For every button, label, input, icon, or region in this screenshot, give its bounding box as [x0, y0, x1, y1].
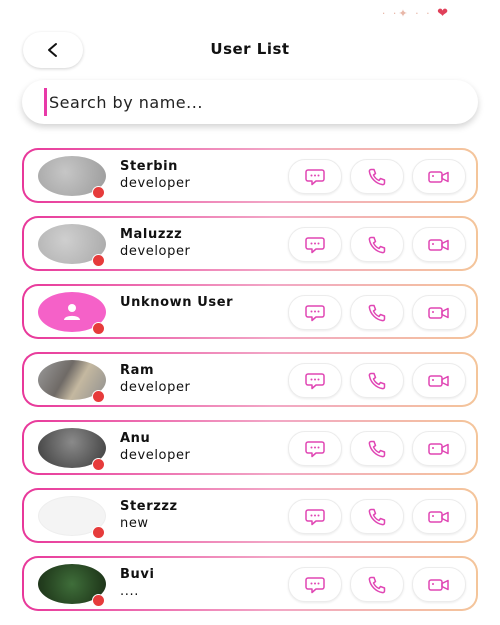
user-role: developer	[120, 448, 191, 463]
status-dot	[92, 186, 105, 199]
video-call-button[interactable]	[412, 363, 466, 398]
person-icon	[64, 304, 80, 320]
video-icon	[428, 238, 449, 251]
chat-icon	[305, 236, 325, 253]
phone-icon	[368, 576, 386, 593]
video-call-button[interactable]	[412, 227, 466, 262]
call-button[interactable]	[350, 499, 404, 534]
user-name: Sterzzz	[120, 499, 178, 514]
user-card[interactable]: Ram developer	[22, 352, 478, 407]
action-group	[288, 295, 466, 330]
status-dot	[92, 526, 105, 539]
user-name: Sterbin	[120, 159, 179, 174]
action-group	[288, 227, 466, 262]
video-call-button[interactable]	[412, 431, 466, 466]
message-button[interactable]	[288, 567, 342, 602]
call-button[interactable]	[350, 159, 404, 194]
search-bar	[22, 80, 478, 124]
user-card-inner: Unknown User	[24, 286, 476, 337]
phone-icon	[368, 304, 386, 321]
action-group	[288, 431, 466, 466]
message-button[interactable]	[288, 431, 342, 466]
chat-icon	[305, 304, 325, 321]
call-button[interactable]	[350, 431, 404, 466]
video-icon	[428, 306, 449, 319]
phone-icon	[368, 372, 386, 389]
user-card[interactable]: Sterbin developer	[22, 148, 478, 203]
user-card-inner: Maluzzz developer	[24, 218, 476, 269]
user-role: developer	[120, 244, 191, 259]
message-button[interactable]	[288, 499, 342, 534]
chat-icon	[305, 440, 325, 457]
phone-icon	[368, 508, 386, 525]
user-name: Ram	[120, 363, 155, 378]
action-group	[288, 159, 466, 194]
chat-icon	[305, 508, 325, 525]
user-card-inner: Sterzzz new	[24, 490, 476, 541]
user-role: ....	[120, 584, 139, 599]
call-button[interactable]	[350, 295, 404, 330]
video-icon	[428, 442, 449, 455]
message-button[interactable]	[288, 159, 342, 194]
action-group	[288, 363, 466, 398]
user-card-inner: Anu developer	[24, 422, 476, 473]
page-title: User List	[210, 40, 290, 58]
user-role: new	[120, 516, 149, 531]
video-call-button[interactable]	[412, 159, 466, 194]
video-icon	[428, 170, 449, 183]
message-button[interactable]	[288, 295, 342, 330]
message-button[interactable]	[288, 363, 342, 398]
phone-icon	[368, 236, 386, 253]
call-button[interactable]	[350, 363, 404, 398]
phone-icon	[368, 440, 386, 457]
status-dot	[92, 322, 105, 335]
status-dot	[92, 594, 105, 607]
video-icon	[428, 510, 449, 523]
user-name: Maluzzz	[120, 227, 183, 242]
user-card[interactable]: Buvi ....	[22, 556, 478, 611]
user-name: Anu	[120, 431, 151, 446]
chat-icon	[305, 168, 325, 185]
call-button[interactable]	[350, 227, 404, 262]
user-name: Buvi	[120, 567, 155, 582]
user-name: Unknown User	[120, 295, 234, 310]
user-role: developer	[120, 380, 191, 395]
chat-icon	[305, 372, 325, 389]
user-card[interactable]: Maluzzz developer	[22, 216, 478, 271]
user-card[interactable]: Unknown User	[22, 284, 478, 339]
user-card-inner: Ram developer	[24, 354, 476, 405]
message-button[interactable]	[288, 227, 342, 262]
user-list: Sterbin developer Maluzzz developer Unkn…	[22, 148, 478, 624]
user-card-inner: Sterbin developer	[24, 150, 476, 201]
video-icon	[428, 578, 449, 591]
user-role: developer	[120, 176, 191, 191]
video-call-button[interactable]	[412, 499, 466, 534]
action-group	[288, 499, 466, 534]
status-dot	[92, 390, 105, 403]
video-call-button[interactable]	[412, 567, 466, 602]
call-button[interactable]	[350, 567, 404, 602]
user-card[interactable]: Anu developer	[22, 420, 478, 475]
video-icon	[428, 374, 449, 387]
action-group	[288, 567, 466, 602]
chat-icon	[305, 576, 325, 593]
user-card-inner: Buvi ....	[24, 558, 476, 609]
user-card[interactable]: Sterzzz new	[22, 488, 478, 543]
status-dot	[92, 254, 105, 267]
status-dot	[92, 458, 105, 471]
phone-icon	[368, 168, 386, 185]
video-call-button[interactable]	[412, 295, 466, 330]
search-input[interactable]	[44, 88, 449, 116]
